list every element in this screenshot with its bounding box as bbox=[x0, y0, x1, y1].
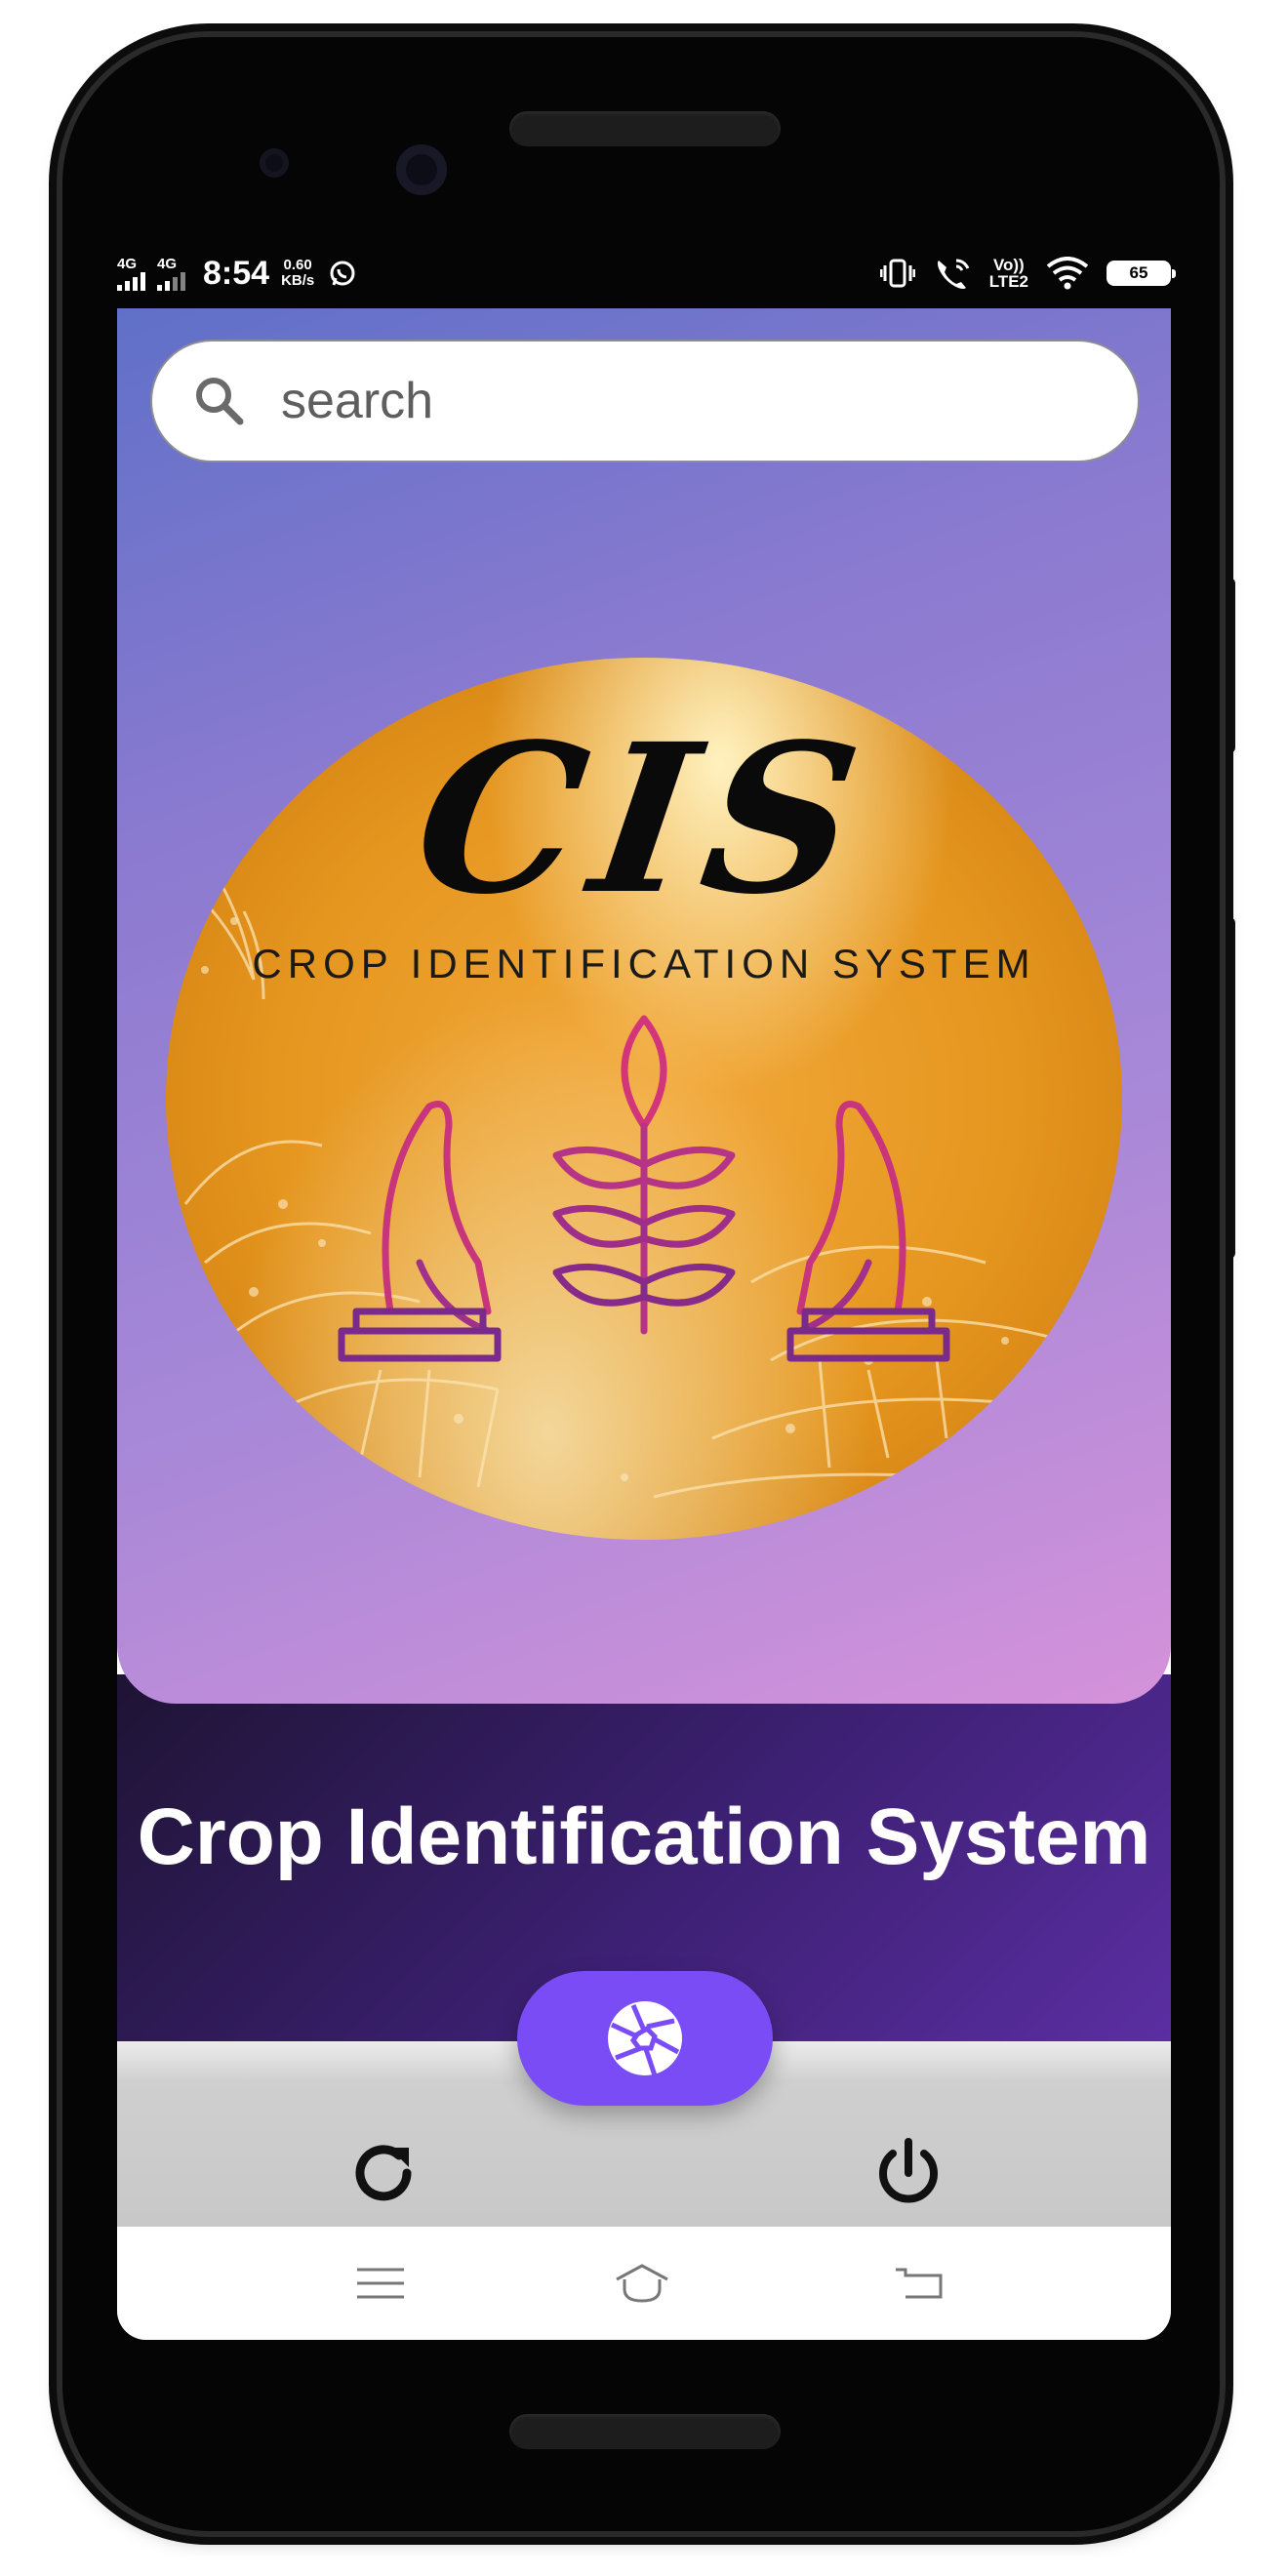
front-camera bbox=[396, 144, 447, 195]
menu-icon[interactable] bbox=[351, 2258, 410, 2309]
status-time: 8:54 bbox=[203, 254, 270, 292]
power-button[interactable] bbox=[865, 2129, 952, 2217]
status-right: Vo)) LTE2 65 bbox=[879, 257, 1176, 290]
signal-bars-icon bbox=[157, 271, 185, 291]
logo-subtitle: CROP IDENTIFICATION SYSTEM bbox=[252, 941, 1036, 986]
status-bar: 4G 4G 8:54 0.60 KB/s Vo)) LTE2 65 bbox=[117, 238, 1176, 308]
search-input[interactable] bbox=[279, 371, 1064, 431]
back-icon[interactable] bbox=[890, 2258, 948, 2309]
hero-panel: CIS CROP IDENTIFICATION SYSTEM bbox=[117, 308, 1171, 1704]
app-screen: CIS CROP IDENTIFICATION SYSTEM Crop Iden… bbox=[117, 308, 1171, 2340]
signal-bars-icon bbox=[117, 271, 145, 291]
refresh-button[interactable] bbox=[340, 2129, 427, 2217]
home-icon[interactable] bbox=[613, 2258, 671, 2309]
front-sensor bbox=[260, 148, 289, 178]
volte-bottom: LTE2 bbox=[988, 272, 1028, 291]
earpiece-speaker bbox=[509, 111, 781, 146]
signal-sim1: 4G bbox=[117, 257, 145, 291]
whatsapp-icon bbox=[330, 261, 355, 286]
network-type-2: 4G bbox=[157, 255, 178, 272]
system-nav-bar bbox=[117, 2227, 1171, 2340]
bottom-speaker bbox=[509, 2414, 781, 2449]
app-title: Crop Identification System bbox=[137, 1792, 1151, 1881]
camera-fab[interactable] bbox=[517, 1971, 773, 2106]
speed-unit: KB/s bbox=[281, 272, 315, 289]
power-icon bbox=[879, 2138, 938, 2203]
volte-indicator: Vo)) LTE2 bbox=[989, 257, 1028, 290]
network-type-1: 4G bbox=[117, 255, 138, 272]
search-bar[interactable] bbox=[150, 340, 1140, 463]
wifi-icon bbox=[1046, 257, 1089, 290]
signal-sim2: 4G bbox=[157, 257, 185, 291]
speed-value: 0.60 bbox=[283, 257, 312, 273]
search-icon bbox=[196, 378, 244, 425]
vibrate-icon bbox=[879, 259, 915, 288]
refresh-icon bbox=[355, 2145, 412, 2201]
network-speed: 0.60 KB/s bbox=[281, 258, 314, 289]
volume-button bbox=[1220, 578, 1235, 753]
volte-top: Vo)) bbox=[992, 256, 1025, 274]
cis-logo: CIS CROP IDENTIFICATION SYSTEM bbox=[166, 658, 1122, 1540]
logo-mark: CIS bbox=[403, 699, 885, 940]
camera-aperture-icon bbox=[608, 2001, 682, 2076]
battery-indicator: 65 bbox=[1107, 261, 1176, 286]
power-side-button bbox=[1220, 917, 1235, 1259]
wifi-call-icon bbox=[937, 259, 970, 289]
